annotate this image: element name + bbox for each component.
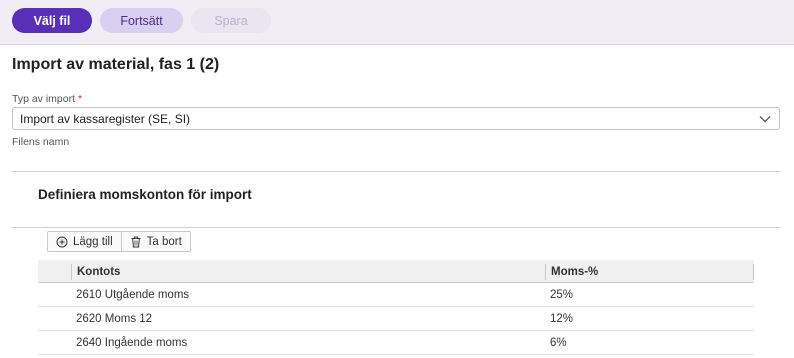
file-name-label: Filens namn [12, 136, 70, 148]
account-cell: 2610 Utgående moms [76, 289, 190, 301]
add-row-button[interactable]: Lägg till [48, 232, 121, 251]
import-type-label: Typ av import * [12, 93, 82, 105]
choose-file-button[interactable]: Välj fil [12, 8, 92, 33]
grid-toolbar: Lägg till Ta bort [47, 231, 191, 252]
vat-cell: 6% [550, 337, 567, 349]
table-row[interactable]: 2620 Moms 12 12% [38, 307, 754, 331]
vat-cell: 12% [550, 313, 574, 325]
divider [12, 227, 780, 228]
chevron-down-icon [759, 116, 771, 123]
grid-header: Kontots Moms-% [38, 260, 754, 283]
table-row[interactable]: 2610 Utgående moms 25% [38, 283, 754, 307]
vat-cell: 25% [550, 289, 574, 301]
vat-section-title: Definiera momskonton för import [38, 187, 252, 202]
vat-accounts-grid: Kontots Moms-% 2610 Utgående moms 25% 26… [38, 260, 754, 355]
column-header-account[interactable]: Kontots [71, 260, 120, 283]
trash-icon [131, 236, 141, 247]
table-row[interactable]: 2640 Ingående moms 6% [38, 331, 754, 355]
divider [12, 171, 780, 172]
required-marker: * [77, 93, 83, 105]
add-row-label: Lägg till [73, 235, 113, 248]
column-separator [753, 264, 754, 280]
save-button: Spara [191, 8, 271, 33]
import-type-select[interactable]: Import av kassaregister (SE, SI) [12, 107, 780, 130]
import-type-label-text: Typ av import [12, 93, 76, 105]
continue-button[interactable]: Fortsätt [100, 8, 183, 33]
account-cell: 2620 Moms 12 [76, 313, 153, 325]
account-cell: 2640 Ingående moms [76, 337, 188, 349]
top-toolbar: Välj fil Fortsätt Spara [0, 0, 794, 45]
import-type-value: Import av kassaregister (SE, SI) [20, 111, 191, 126]
column-header-vat[interactable]: Moms-% [545, 260, 598, 283]
remove-row-label: Ta bort [146, 235, 182, 248]
plus-circle-icon [56, 236, 68, 247]
remove-row-button[interactable]: Ta bort [120, 232, 190, 251]
page-title: Import av material, fas 1 (2) [12, 56, 220, 73]
